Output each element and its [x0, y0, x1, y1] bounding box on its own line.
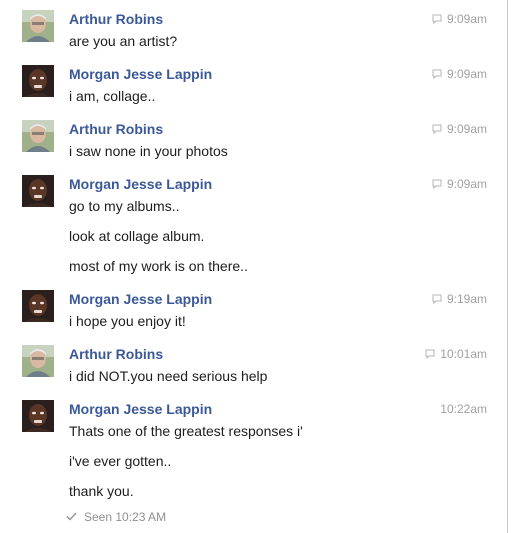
- message-text: Thats one of the greatest responses i': [69, 423, 303, 439]
- avatar-arthur-robins[interactable]: [22, 10, 54, 42]
- message-icon: [432, 294, 442, 304]
- message-timestamp: 10:22am: [440, 401, 487, 417]
- message-icon: [432, 179, 442, 189]
- avatar-morgan-jesse-lappin[interactable]: [22, 290, 54, 322]
- sender-name[interactable]: Arthur Robins: [69, 10, 163, 28]
- message-timestamp: 9:09am: [432, 121, 487, 137]
- time-label: 9:19am: [446, 292, 487, 306]
- sender-name[interactable]: Morgan Jesse Lappin: [69, 65, 212, 83]
- seen-label: Seen 10:23 AM: [84, 510, 167, 524]
- checkmark-icon: [66, 512, 77, 521]
- sender-name[interactable]: Arthur Robins: [69, 345, 163, 363]
- message-text: i did NOT.you need serious help: [69, 368, 268, 384]
- message-timestamp: 9:19am: [432, 291, 487, 307]
- avatar-arthur-robins[interactable]: [22, 120, 54, 152]
- message-timestamp: 10:01am: [425, 346, 487, 362]
- message-text: thank you.: [69, 483, 134, 499]
- message-text: i hope you enjoy it!: [69, 313, 186, 329]
- message-timestamp: 9:09am: [432, 176, 487, 192]
- time-label: 10:22am: [440, 402, 487, 416]
- time-label: 10:01am: [440, 347, 487, 361]
- message-text: go to my albums..: [69, 198, 180, 214]
- time-label: 9:09am: [446, 177, 487, 191]
- time-label: 9:09am: [446, 67, 487, 81]
- message-text: i've ever gotten..: [69, 453, 172, 469]
- seen-receipt: Seen 10:23 AM: [66, 509, 166, 525]
- message-icon: [432, 14, 442, 24]
- chat-conversation: Arthur Robins 9:09am are you an artist? …: [0, 0, 508, 533]
- message-text: look at collage album.: [69, 228, 205, 244]
- time-label: 9:09am: [446, 12, 487, 26]
- time-label: 9:09am: [446, 122, 487, 136]
- sender-name[interactable]: Morgan Jesse Lappin: [69, 175, 212, 193]
- avatar-morgan-jesse-lappin[interactable]: [22, 65, 54, 97]
- message-text: i am, collage..: [69, 88, 156, 104]
- message-timestamp: 9:09am: [432, 66, 487, 82]
- sender-name[interactable]: Morgan Jesse Lappin: [69, 400, 212, 418]
- message-text: most of my work is on there..: [69, 258, 248, 274]
- message-text: are you an artist?: [69, 33, 178, 49]
- sender-name[interactable]: Arthur Robins: [69, 120, 163, 138]
- sender-name[interactable]: Morgan Jesse Lappin: [69, 290, 212, 308]
- avatar-arthur-robins[interactable]: [22, 345, 54, 377]
- avatar-morgan-jesse-lappin[interactable]: [22, 175, 54, 207]
- message-icon: [432, 69, 442, 79]
- message-icon: [432, 124, 442, 134]
- message-text: i saw none in your photos: [69, 143, 228, 159]
- message-icon: [425, 349, 435, 359]
- avatar-morgan-jesse-lappin[interactable]: [22, 400, 54, 432]
- message-timestamp: 9:09am: [432, 11, 487, 27]
